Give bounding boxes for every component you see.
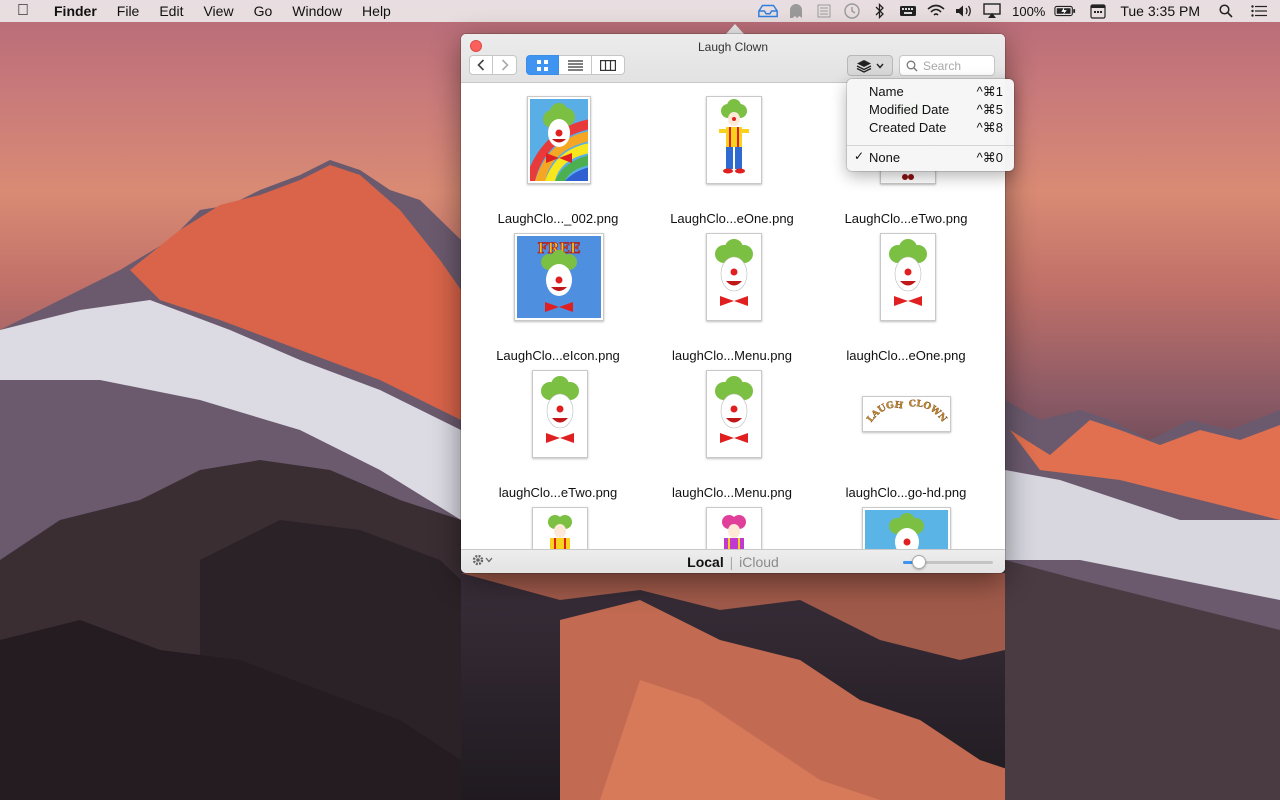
- search-field[interactable]: [899, 55, 995, 76]
- svg-text:CLOWN: CLOWN: [908, 399, 948, 424]
- menu-item-modified-date[interactable]: Modified Date ^⌘5: [847, 100, 1014, 118]
- spotlight-search-icon[interactable]: [1215, 0, 1237, 22]
- navigation-buttons: [469, 55, 517, 75]
- apple-menu-icon[interactable]: : [0, 2, 46, 20]
- grid-icon: [537, 59, 548, 71]
- file-thumbnail: [532, 370, 588, 458]
- menu-item-none[interactable]: ✓ None ^⌘0: [847, 148, 1014, 166]
- menu-view[interactable]: View: [193, 0, 243, 22]
- column-view-button[interactable]: [592, 55, 625, 75]
- file-thumbnail: [532, 507, 588, 549]
- list-view-button[interactable]: [559, 55, 592, 75]
- file-name: LaughClo...eIcon.png: [496, 348, 620, 363]
- window-toolbar: Laugh Clown: [461, 34, 1005, 83]
- chevron-right-icon: [501, 59, 509, 71]
- file-item[interactable]: laughClo...eTwo.png: [473, 368, 643, 500]
- file-thumbnail: [706, 507, 762, 549]
- icon-view-button[interactable]: [526, 55, 559, 75]
- battery-icon[interactable]: [1054, 0, 1076, 22]
- airplay-icon[interactable]: [981, 0, 1003, 22]
- menu-item-shortcut: ^⌘0: [976, 150, 1003, 165]
- menu-separator: [847, 145, 1014, 146]
- window-title: Laugh Clown: [697, 40, 769, 54]
- search-icon: [906, 60, 918, 71]
- volume-icon[interactable]: [953, 0, 975, 22]
- menu-go[interactable]: Go: [244, 0, 283, 22]
- menubar-clock[interactable]: Tue 3:35 PM: [1112, 3, 1212, 19]
- file-item[interactable]: laughClo...eOne.png: [821, 231, 991, 363]
- file-thumbnail: [706, 370, 762, 458]
- group-by-menu: Name ^⌘1 Modified Date ^⌘5 Created Date …: [847, 79, 1014, 171]
- window-bottom-bar: Local | iCloud: [461, 549, 1005, 573]
- time-machine-icon[interactable]: [841, 0, 863, 22]
- search-input[interactable]: [923, 58, 989, 73]
- ghost-icon[interactable]: [785, 0, 807, 22]
- menu-help[interactable]: Help: [352, 0, 401, 22]
- list-icon: [567, 59, 583, 71]
- file-thumbnail: [527, 96, 591, 184]
- file-thumbnail: FREE: [514, 233, 604, 321]
- back-button[interactable]: [469, 55, 493, 75]
- file-name: LaughClo...eOne.png: [670, 211, 794, 226]
- checkmark-icon: ✓: [854, 149, 865, 163]
- file-name: laughClo...go-hd.png: [845, 485, 967, 500]
- local-toggle[interactable]: Local: [687, 554, 724, 570]
- tray-app-icon[interactable]: [757, 0, 779, 22]
- file-name: laughClo...Menu.png: [672, 348, 792, 363]
- menu-item-label: None: [869, 150, 901, 165]
- location-separator: |: [729, 554, 734, 570]
- group-by-button[interactable]: [847, 55, 893, 76]
- icloud-toggle[interactable]: iCloud: [739, 554, 779, 570]
- view-mode-selector: [526, 55, 625, 75]
- menu-window[interactable]: Window: [282, 0, 352, 22]
- menu-app-finder[interactable]: Finder: [46, 0, 107, 22]
- menu-item-label: Name: [869, 84, 904, 99]
- file-name: laughClo...eTwo.png: [498, 485, 618, 500]
- menu-file[interactable]: File: [107, 0, 150, 22]
- menu-item-shortcut: ^⌘1: [976, 84, 1003, 99]
- menu-item-shortcut: ^⌘5: [976, 102, 1003, 117]
- file-thumbnail: [706, 233, 762, 321]
- file-item[interactable]: LaughClo..._002.png: [473, 94, 643, 226]
- file-item[interactable]: LaughClo...eOne.png: [647, 94, 817, 226]
- file-item[interactable]: [821, 505, 991, 549]
- keyboard-icon[interactable]: [897, 0, 919, 22]
- document-icon[interactable]: [813, 0, 835, 22]
- battery-percent: 100%: [1012, 3, 1046, 19]
- popover-arrow: [726, 24, 744, 34]
- menu-edit[interactable]: Edit: [149, 0, 193, 22]
- menu-item-shortcut: ^⌘8: [976, 120, 1003, 135]
- file-thumbnail: [862, 507, 951, 549]
- chevron-left-icon: [477, 59, 485, 71]
- file-item[interactable]: laughClo...Menu.png: [647, 231, 817, 363]
- svg-text:LAUGH: LAUGH: [866, 400, 905, 424]
- file-item[interactable]: [647, 505, 817, 549]
- menu-item-created-date[interactable]: Created Date ^⌘8: [847, 118, 1014, 136]
- menu-bar:  Finder File Edit View Go Window Help: [0, 0, 1280, 22]
- menu-item-name[interactable]: Name ^⌘1: [847, 82, 1014, 100]
- icon-size-slider[interactable]: [903, 555, 993, 569]
- file-name: laughClo...eOne.png: [846, 348, 966, 363]
- calendar-app-icon[interactable]: [1087, 0, 1109, 22]
- file-item[interactable]: LAUGH CLOWN laughClo...go-hd.png: [821, 368, 991, 500]
- file-thumbnail: [880, 233, 936, 321]
- file-item[interactable]: laughClo...Menu.png: [647, 368, 817, 500]
- wifi-icon[interactable]: [925, 0, 947, 22]
- menu-item-label: Modified Date: [869, 102, 950, 117]
- columns-icon: [600, 59, 616, 71]
- forward-button[interactable]: [493, 55, 517, 75]
- file-thumbnail: [706, 96, 762, 184]
- bluetooth-icon[interactable]: [869, 0, 891, 22]
- file-name: LaughClo...eTwo.png: [844, 211, 968, 226]
- file-thumbnail: LAUGH CLOWN: [862, 396, 951, 432]
- file-item[interactable]: [473, 505, 643, 549]
- notification-center-icon[interactable]: [1248, 0, 1270, 22]
- file-name: laughClo...Menu.png: [672, 485, 792, 500]
- layers-icon: [856, 59, 872, 73]
- menu-item-label: Created Date: [869, 120, 947, 135]
- file-item[interactable]: FREE LaughClo...eIcon.png: [473, 231, 643, 363]
- chevron-down-icon: [876, 63, 884, 69]
- file-name: LaughClo..._002.png: [497, 211, 619, 226]
